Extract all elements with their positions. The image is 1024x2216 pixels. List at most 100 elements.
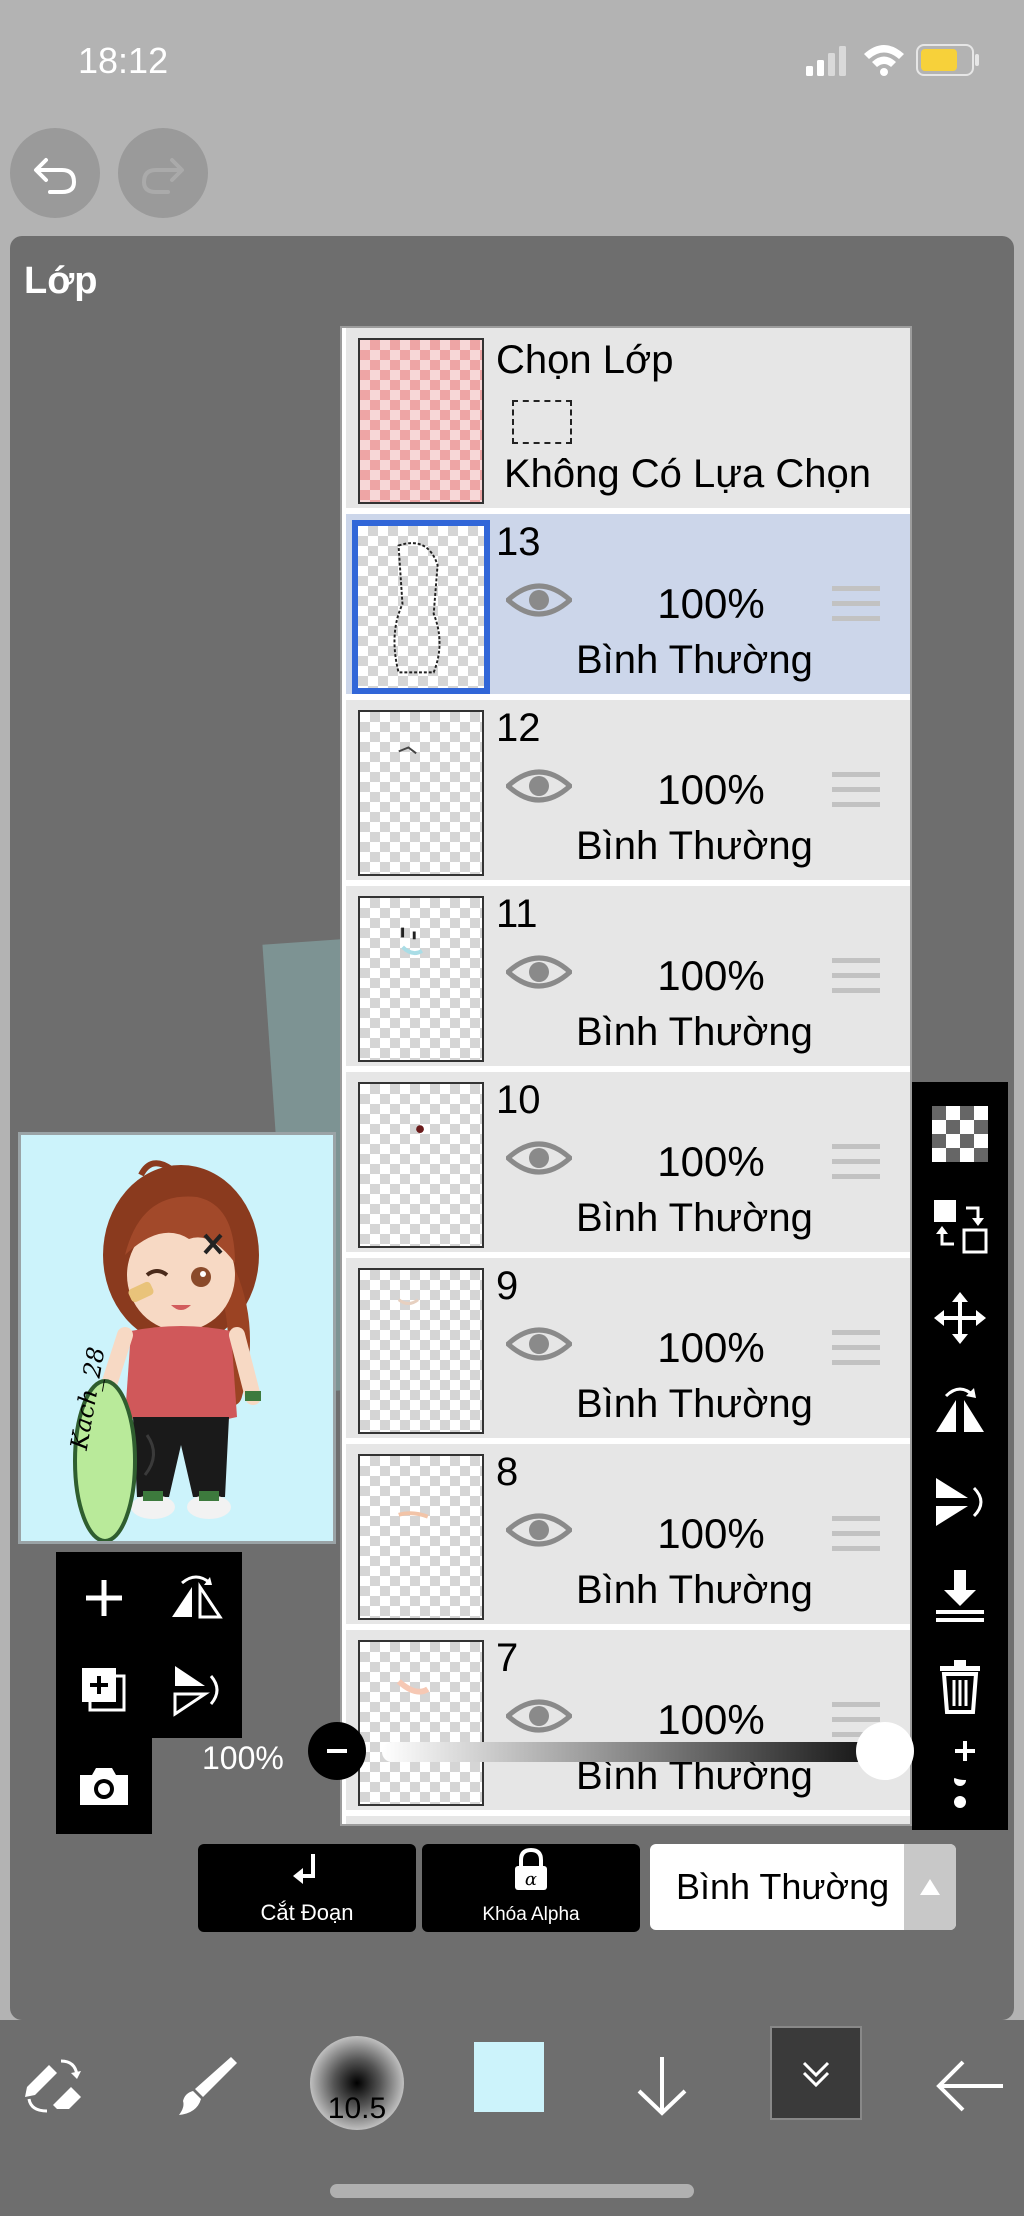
layer-number: 9 bbox=[496, 1264, 519, 1308]
clipping-label: Cắt Đoạn bbox=[260, 1900, 354, 1925]
visibility-eye-icon[interactable] bbox=[506, 1322, 572, 1366]
layer-row[interactable]: 10 100% Bình Thường bbox=[346, 1072, 910, 1252]
minus-icon bbox=[327, 1749, 347, 1753]
trash-icon bbox=[940, 1660, 980, 1714]
visibility-eye-icon[interactable] bbox=[506, 764, 572, 808]
pen-eraser-switch-icon bbox=[25, 2059, 81, 2113]
svg-text:α: α bbox=[525, 1869, 537, 1890]
flip-layer-horizontal-button[interactable] bbox=[930, 1380, 990, 1440]
opacity-slider[interactable] bbox=[382, 1722, 914, 1780]
visibility-eye-icon[interactable] bbox=[506, 1508, 572, 1552]
clipping-arrow-icon bbox=[293, 1854, 315, 1884]
layer-number: 13 bbox=[496, 520, 541, 564]
opacity-increase-button[interactable] bbox=[936, 1722, 994, 1780]
layer-row[interactable]: 9 100% Bình Thường bbox=[346, 1258, 910, 1438]
swap-icon bbox=[934, 1200, 988, 1254]
layer-opacity: 100% bbox=[657, 1510, 765, 1557]
layer-thumbnail bbox=[358, 710, 484, 876]
transparent-fill-button[interactable] bbox=[930, 1104, 990, 1164]
layer-number: 8 bbox=[496, 1450, 519, 1494]
drag-handle-icon[interactable] bbox=[832, 1144, 880, 1180]
clipping-button[interactable]: Cắt Đoạn bbox=[198, 1844, 416, 1932]
move-layer-button[interactable] bbox=[930, 1288, 990, 1348]
visibility-eye-icon[interactable] bbox=[506, 1136, 572, 1180]
selection-marquee-icon bbox=[512, 400, 572, 444]
layer-panel: Lớp Kach_28 Chọn Lớp Không Có Lựa Chọn 1… bbox=[10, 236, 1014, 2020]
add-layer-copy-button[interactable] bbox=[64, 1650, 144, 1730]
drag-handle-icon[interactable] bbox=[832, 772, 880, 808]
flip-vertical-button[interactable] bbox=[156, 1650, 236, 1730]
move-icon bbox=[934, 1292, 986, 1344]
arrow-down-icon bbox=[637, 2057, 687, 2116]
layer-tools-bar bbox=[912, 1082, 1008, 1830]
layer-row[interactable]: 12 100% Bình Thường bbox=[346, 700, 910, 880]
layer-panel-toggle-button[interactable] bbox=[770, 2026, 862, 2120]
layer-row-partial[interactable] bbox=[346, 1816, 910, 1824]
layer-row[interactable]: 8 100% Bình Thường bbox=[346, 1444, 910, 1624]
color-swatch-button[interactable] bbox=[474, 2042, 544, 2112]
blend-mode-select[interactable]: Bình Thường bbox=[650, 1844, 956, 1930]
layer-number: 11 bbox=[496, 892, 538, 936]
undo-button[interactable] bbox=[10, 128, 100, 218]
plus-icon bbox=[955, 1741, 975, 1761]
canvas-preview[interactable]: Kach_28 bbox=[18, 1132, 336, 1544]
selection-layer-thumbnail bbox=[358, 338, 484, 504]
blend-mode-dropdown-arrow[interactable] bbox=[904, 1844, 956, 1930]
duplicate-layer-icon bbox=[82, 1668, 126, 1712]
opacity-slider-knob[interactable] bbox=[856, 1722, 914, 1780]
delete-layer-button[interactable] bbox=[930, 1656, 990, 1716]
battery-icon bbox=[916, 44, 979, 76]
status-time: 18:12 bbox=[78, 40, 169, 81]
undo-icon bbox=[34, 158, 77, 194]
selection-state: Không Có Lựa Chọn bbox=[504, 452, 872, 496]
arrow-left-icon bbox=[936, 2060, 1003, 2112]
alpha-lock-button[interactable]: α Khóa Alpha bbox=[422, 1844, 640, 1932]
add-layer-button[interactable] bbox=[64, 1558, 144, 1638]
flip-layer-vertical-button[interactable] bbox=[930, 1472, 990, 1532]
merge-down-button[interactable] bbox=[930, 1564, 990, 1624]
layer-number: 10 bbox=[496, 1078, 541, 1122]
wifi-icon bbox=[864, 45, 904, 76]
brush-tool-button[interactable] bbox=[160, 2040, 252, 2132]
layer-opacity: 100% bbox=[657, 1696, 765, 1743]
drag-handle-icon[interactable] bbox=[832, 586, 880, 622]
visibility-eye-icon[interactable] bbox=[506, 1694, 572, 1738]
flip-vertical-icon bbox=[936, 1478, 983, 1526]
merge-down-icon bbox=[936, 1570, 984, 1622]
status-bar: 18:12 bbox=[0, 0, 1024, 120]
layer-move-down-button[interactable] bbox=[616, 2040, 708, 2132]
brush-size-button[interactable]: 10.5 bbox=[310, 2036, 404, 2130]
layer-opacity: 100% bbox=[657, 580, 765, 627]
drag-handle-icon[interactable] bbox=[832, 958, 880, 994]
triangle-up-icon bbox=[920, 1879, 940, 1895]
selection-layer-title: Chọn Lớp bbox=[496, 338, 674, 382]
layer-row[interactable]: 13 100% Bình Thường bbox=[346, 514, 910, 694]
layer-thumbnail bbox=[358, 1082, 484, 1248]
drag-handle-icon[interactable] bbox=[832, 1330, 880, 1366]
tool-switch-button[interactable] bbox=[8, 2040, 100, 2132]
brush-icon bbox=[179, 2057, 237, 2115]
layer-blend-mode: Bình Thường bbox=[576, 1196, 813, 1240]
character-artwork bbox=[73, 1160, 261, 1541]
layer-blend-mode: Bình Thường bbox=[576, 824, 813, 868]
layer-list[interactable]: Chọn Lớp Không Có Lựa Chọn 13 100% Bình Th… bbox=[340, 326, 912, 1826]
checkerboard-icon bbox=[932, 1106, 988, 1162]
selection-layer-row[interactable]: Chọn Lớp Không Có Lựa Chọn bbox=[346, 328, 910, 508]
layer-opacity: 100% bbox=[657, 1138, 765, 1185]
redo-button[interactable] bbox=[118, 128, 208, 218]
layer-thumbnail bbox=[358, 896, 484, 1062]
layer-thumbnail bbox=[352, 520, 490, 694]
flip-horizontal-icon bbox=[172, 1575, 223, 1619]
import-photo-button[interactable] bbox=[64, 1746, 144, 1826]
back-button[interactable] bbox=[924, 2040, 1016, 2132]
opacity-label: 100% bbox=[202, 1740, 284, 1776]
opacity-decrease-button[interactable] bbox=[308, 1722, 366, 1780]
flip-horizontal-button[interactable] bbox=[156, 1558, 236, 1638]
drag-handle-icon[interactable] bbox=[832, 1516, 880, 1552]
swap-layer-button[interactable] bbox=[930, 1196, 990, 1256]
visibility-eye-icon[interactable] bbox=[506, 950, 572, 994]
visibility-eye-icon[interactable] bbox=[506, 578, 572, 622]
layer-row[interactable]: 7 100% Bình Thường bbox=[346, 1630, 910, 1810]
layer-number: 7 bbox=[496, 1636, 519, 1680]
layer-row[interactable]: 11 100% Bình Thường bbox=[346, 886, 910, 1066]
